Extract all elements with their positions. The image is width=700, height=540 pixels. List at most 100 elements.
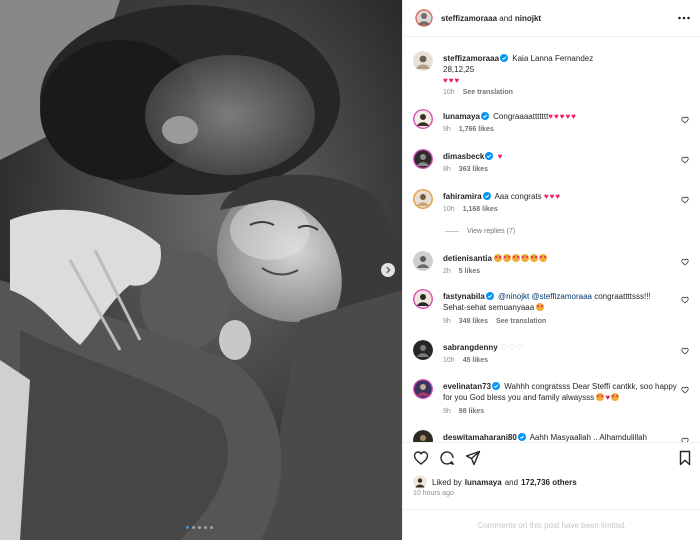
heart-outline-icon[interactable] xyxy=(681,258,689,266)
heart-outline-icon[interactable] xyxy=(681,156,689,164)
heart-eyes-emoji xyxy=(530,254,539,262)
comment-text: deswitamaharani80 Aahh Masyaallah .. Alh… xyxy=(443,432,679,442)
heart-eyes-emoji xyxy=(536,303,545,311)
comment-likes[interactable]: 1,766 likes xyxy=(459,126,494,133)
comment-text: dimasbeck ♥ xyxy=(443,151,679,162)
avatar[interactable] xyxy=(413,51,433,71)
comment-item: sabrangdenny ♡♡♡ 10h 45 likes xyxy=(413,340,689,370)
comment-meta: 2h 5 likes xyxy=(443,268,480,275)
comment-emoji: ♥♥♥♥♥ xyxy=(548,112,578,121)
chevron-right-icon xyxy=(386,266,391,274)
verified-badge-icon xyxy=(485,292,494,300)
praying-hands-emoji xyxy=(611,393,620,401)
heart-outline-icon[interactable] xyxy=(681,386,689,394)
mention-link[interactable]: @ninojkt xyxy=(498,292,529,301)
comment-item: detienisantia 2h 5 likes xyxy=(413,251,689,281)
comment-emoji: ♥♥♥ xyxy=(543,192,562,201)
comment-body-2: Sehat-sehat semuanyaaa xyxy=(443,303,535,312)
carousel-dot xyxy=(186,526,189,529)
comment-meta: 9h 1,766 likes xyxy=(443,126,494,133)
comment-likes[interactable]: 363 likes xyxy=(459,166,488,173)
comment-time: 8h xyxy=(443,166,451,173)
comment-body: Congraaaattttttt xyxy=(493,112,549,121)
carousel-dot xyxy=(198,526,201,529)
bookmark-icon[interactable] xyxy=(677,450,693,466)
caption-time: 10h xyxy=(443,89,455,96)
avatar[interactable] xyxy=(413,289,433,309)
comment-likes[interactable]: 5 likes xyxy=(459,268,480,275)
comment-likes[interactable]: 98 likes xyxy=(459,408,484,415)
comment-time: 10h xyxy=(443,206,455,213)
comment-username[interactable]: detienisantia xyxy=(443,254,492,263)
caption-line-2: 28,12,25 xyxy=(443,65,475,74)
verified-badge-icon xyxy=(517,433,526,441)
avatar[interactable] xyxy=(413,379,433,399)
comment-username[interactable]: fahiramira xyxy=(443,192,482,201)
liked-by-others[interactable]: 172,736 others xyxy=(521,478,577,487)
liked-by-user[interactable]: lunamaya xyxy=(465,478,502,487)
avatar[interactable] xyxy=(415,9,433,27)
celebration-emoji xyxy=(596,393,605,401)
comment-time: 9h xyxy=(443,126,451,133)
view-replies-button[interactable]: View replies (7) xyxy=(445,228,515,235)
comment-meta: 9h 348 likes See translation xyxy=(443,318,546,325)
comment-username[interactable]: deswitamaharani80 xyxy=(443,433,517,442)
comment-likes[interactable]: 1,168 likes xyxy=(463,206,498,213)
comment-time: 2h xyxy=(443,268,451,275)
heart-outline-icon[interactable] xyxy=(681,296,689,304)
more-options-icon[interactable] xyxy=(677,12,691,24)
verified-badge-icon xyxy=(480,112,489,120)
comment-likes[interactable]: 348 likes xyxy=(459,318,488,325)
heart-icon[interactable] xyxy=(413,450,429,466)
comment-username[interactable]: evelinatan73 xyxy=(443,382,491,391)
comment-text: lunamaya Congraaaattttttt♥♥♥♥♥ xyxy=(443,111,679,122)
avatar[interactable] xyxy=(413,251,433,271)
comment-body: Aahh Masyaallah .. Alhamdulillah xyxy=(529,433,647,442)
comment-item: fastynabila @ninojkt @steffizamoraaa con… xyxy=(413,289,689,331)
comment-username[interactable]: dimasbeck xyxy=(443,152,484,161)
author-username[interactable]: steffizamoraaa xyxy=(441,14,497,23)
comment-icon[interactable] xyxy=(439,450,455,466)
heart-outline-icon[interactable] xyxy=(681,116,689,124)
comment-likes[interactable]: 45 likes xyxy=(463,357,488,364)
post-actions xyxy=(413,450,481,466)
see-translation-link[interactable]: See translation xyxy=(496,318,546,325)
avatar[interactable] xyxy=(413,149,433,169)
author-joiner: and xyxy=(499,13,513,23)
post-actions-section: Liked by lunamaya and 172,736 others 10 … xyxy=(403,442,700,540)
avatar[interactable] xyxy=(413,189,433,209)
liked-by-line: Liked by lunamaya and 172,736 others xyxy=(413,475,580,489)
heart-outline-icon[interactable] xyxy=(681,196,689,204)
comment-item: deswitamaharani80 Aahh Masyaallah .. Alh… xyxy=(413,430,689,442)
post-author-line: steffizamoraaa and ninojkt xyxy=(441,14,541,23)
heart-eyes-emoji xyxy=(503,254,512,262)
collaborator-username[interactable]: ninojkt xyxy=(515,14,541,23)
post-photo xyxy=(0,0,402,540)
caption-username[interactable]: steffizamoraaa xyxy=(443,54,499,63)
comment-body: congraattttsss!!! xyxy=(594,292,651,301)
comment-meta: 10h 1,168 likes xyxy=(443,206,498,213)
comment-username[interactable]: sabrangdenny xyxy=(443,343,498,352)
verified-badge-icon xyxy=(482,192,491,200)
verified-badge-icon xyxy=(492,382,501,390)
comment-item: evelinatan73 Wahhh congratsss Dear Steff… xyxy=(413,379,689,421)
heart-eyes-emoji xyxy=(494,254,503,262)
see-translation-link[interactable]: See translation xyxy=(463,89,513,96)
mention-link[interactable]: @steffizamoraaa xyxy=(532,292,592,301)
avatar[interactable] xyxy=(413,430,433,442)
comment-meta: 10h 45 likes xyxy=(443,357,488,364)
comment-username[interactable]: fastynabila xyxy=(443,292,485,301)
avatar[interactable] xyxy=(413,109,433,129)
post-media[interactable] xyxy=(0,0,402,540)
liked-by-joiner: and xyxy=(504,477,519,487)
caption-hearts: ♥♥♥ xyxy=(443,76,461,85)
comment-item: dimasbeck ♥ 8h 363 likes xyxy=(413,149,689,179)
comment-username[interactable]: lunamaya xyxy=(443,112,480,121)
comments-list[interactable]: steffizamoraaa Kaia Lanna Fernandez 28,1… xyxy=(403,38,700,442)
share-icon[interactable] xyxy=(465,450,481,466)
next-photo-button[interactable] xyxy=(381,263,395,277)
post-timestamp[interactable]: 10 hours ago xyxy=(413,490,454,497)
heart-outline-icon[interactable] xyxy=(681,347,689,355)
view-replies-label: View replies (7) xyxy=(467,228,516,235)
avatar[interactable] xyxy=(413,340,433,360)
